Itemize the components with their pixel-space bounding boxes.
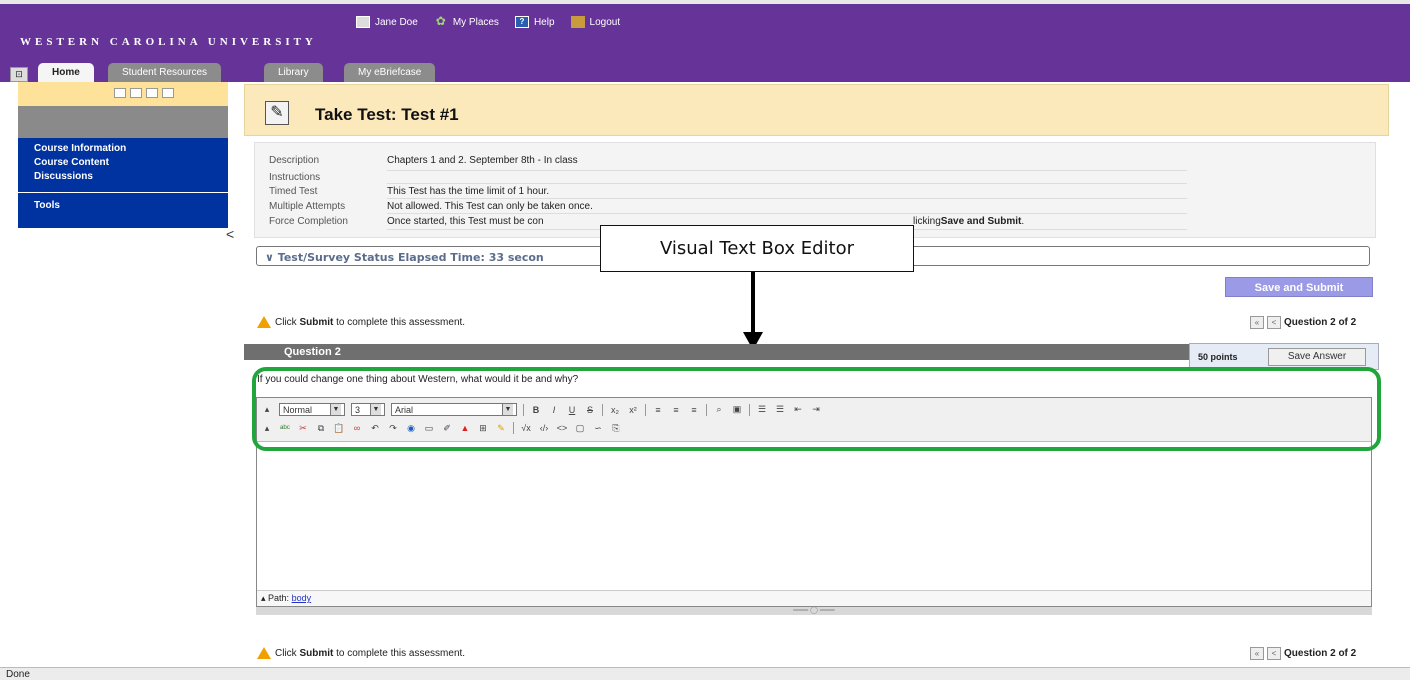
submit-notice-text: Click Submit to complete this assessment… — [275, 316, 466, 328]
course-menu-list: Course Information Course Content Discus… — [18, 138, 228, 228]
tab-library[interactable]: Library — [264, 63, 323, 82]
annotation-callout: Visual Text Box Editor — [600, 225, 914, 272]
menu-view-icons — [114, 88, 174, 98]
warning-icon — [257, 647, 271, 659]
path-body-link[interactable]: body — [292, 593, 312, 603]
first-question-button[interactable]: « — [1250, 316, 1264, 329]
info-row-multiple-attempts: Multiple Attempts Not allowed. This Test… — [269, 201, 593, 212]
status-expand-icon: ∨ — [265, 251, 274, 264]
warning-icon — [257, 316, 271, 328]
elapsed-time-status: ∨ Test/Survey Status Elapsed Time: 33 se… — [265, 251, 544, 264]
global-nav-logout-label: Logout — [589, 16, 621, 28]
info-divider — [387, 183, 1187, 184]
question-count: Question 2 of 2 — [1284, 648, 1357, 659]
global-nav: Jane Doe ✿ My Places ? Help Logout — [356, 14, 621, 28]
question-pager-bottom: « < Question 2 of 2 — [1250, 647, 1356, 660]
global-nav-help-label: Help — [533, 16, 555, 28]
info-divider — [387, 213, 1187, 214]
question-title: Question 2 — [284, 346, 341, 358]
info-force-tail-pre: licking — [913, 216, 941, 227]
editor-highlight-outline — [252, 367, 1381, 451]
previous-question-button[interactable]: < — [1267, 316, 1281, 329]
path-toggle-icon[interactable]: ▴ — [261, 593, 266, 603]
page-title: Take Test: Test #1 — [315, 105, 459, 124]
info-divider — [387, 170, 1187, 171]
info-row-force-completion: Force Completion Once started, this Test… — [269, 216, 544, 227]
info-label: Timed Test — [269, 186, 318, 197]
info-row-description: Description Chapters 1 and 2. September … — [269, 155, 578, 166]
global-nav-help[interactable]: ? Help — [514, 16, 555, 28]
pin-icon[interactable] — [162, 88, 174, 98]
info-label: Instructions — [269, 172, 321, 183]
info-value: Once started, this Test must be con — [387, 216, 544, 227]
info-value: Chapters 1 and 2. September 8th - In cla… — [387, 155, 578, 166]
info-row-timed-test: Timed Test This Test has the time limit … — [269, 186, 549, 197]
university-name: WESTERN CAROLINA UNIVERSITY — [20, 36, 317, 48]
points-panel: 50 points Save Answer — [1189, 343, 1379, 370]
path-label: Path: — [268, 593, 290, 603]
info-value: This Test has the time limit of 1 hour. — [387, 186, 550, 197]
annotation-arrow-shaft — [751, 272, 755, 334]
previous-question-button[interactable]: < — [1267, 647, 1281, 660]
menu-item-course-information[interactable]: Course Information — [18, 142, 228, 156]
header-bar: WESTERN CAROLINA UNIVERSITY Jane Doe ✿ M… — [0, 0, 1410, 62]
submit-notice-bottom: Click Submit to complete this assessment… — [257, 647, 465, 659]
answer-text-area[interactable] — [257, 456, 1371, 590]
first-question-button[interactable]: « — [1250, 647, 1264, 660]
info-force-tail-bold: Save and Submit — [940, 216, 1022, 227]
save-and-submit-button[interactable]: Save and Submit — [1225, 277, 1373, 297]
save-answer-button[interactable]: Save Answer — [1268, 348, 1366, 366]
tab-home[interactable]: Home — [38, 63, 94, 82]
status-text: Test/Survey Status Elapsed Time: 33 seco… — [277, 251, 544, 264]
window-view-icon[interactable] — [146, 88, 158, 98]
editor-path-bar: ▴ Path: body — [257, 590, 1371, 606]
info-force-tail-post: . — [1021, 216, 1025, 227]
page-header: ✎ Take Test: Test #1 — [244, 84, 1389, 136]
folder-view-icon[interactable] — [130, 88, 142, 98]
test-edit-icon: ✎ — [265, 101, 289, 125]
info-label: Multiple Attempts — [269, 201, 346, 212]
question-points: 50 points — [1198, 352, 1238, 362]
logout-icon — [570, 16, 585, 28]
editor-resize-handle[interactable]: ═══ ◯ ═══ — [256, 607, 1372, 615]
menu-item-course-content[interactable]: Course Content — [18, 156, 228, 170]
tab-student-resources[interactable]: Student Resources — [108, 63, 222, 82]
header-topline — [0, 0, 1410, 4]
info-force-tail: licking Save and Submit. — [913, 216, 1024, 227]
places-icon: ✿ — [435, 14, 446, 28]
course-menu: Course Information Course Content Discus… — [18, 82, 228, 228]
submit-notice-top: Click Submit to complete this assessment… — [257, 316, 465, 328]
menu-divider — [18, 192, 228, 193]
global-nav-logout[interactable]: Logout — [570, 16, 621, 28]
tab-my-ebriefcase[interactable]: My eBriefcase — [344, 63, 436, 82]
browser-status-bar: Done — [0, 667, 1410, 680]
menu-item-tools[interactable]: Tools — [18, 199, 228, 213]
user-icon — [356, 16, 370, 28]
help-icon: ? — [514, 16, 529, 28]
collapse-menu-icon[interactable]: < — [226, 226, 234, 242]
info-value: Not allowed. This Test can only be taken… — [387, 201, 593, 212]
question-count: Question 2 of 2 — [1284, 317, 1357, 328]
info-row-instructions: Instructions — [269, 172, 387, 183]
list-view-icon[interactable] — [114, 88, 126, 98]
course-menu-banner — [18, 106, 228, 138]
course-menu-header — [18, 82, 228, 106]
test-info: Description Chapters 1 and 2. September … — [254, 142, 1376, 238]
global-nav-user[interactable]: Jane Doe — [356, 16, 418, 28]
global-nav-my-places-label: My Places — [452, 16, 499, 28]
question-pager-top: « < Question 2 of 2 — [1250, 316, 1356, 329]
menu-toggle-icon[interactable]: ⊡ — [10, 67, 28, 82]
info-divider — [387, 198, 1187, 199]
submit-notice-text: Click Submit to complete this assessment… — [275, 647, 466, 659]
global-nav-user-label: Jane Doe — [375, 16, 418, 28]
global-nav-my-places[interactable]: ✿ My Places — [434, 14, 499, 28]
info-label: Description — [269, 155, 320, 166]
info-label: Force Completion — [269, 216, 348, 227]
menu-item-discussions[interactable]: Discussions — [18, 170, 228, 184]
